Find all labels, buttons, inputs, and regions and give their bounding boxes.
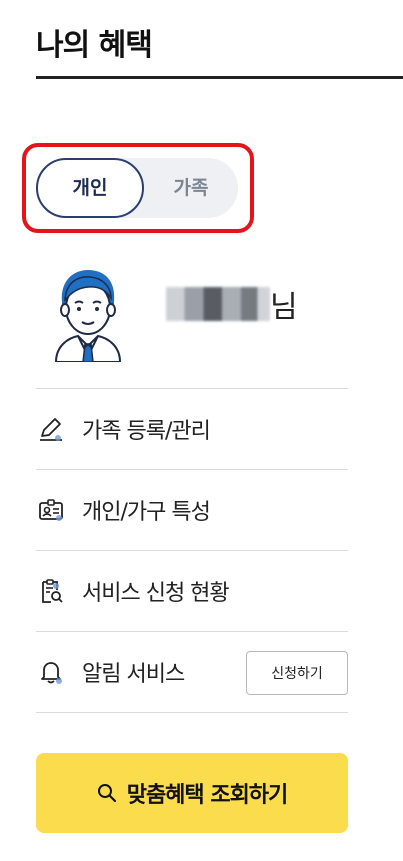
menu-item-label: 알림 서비스 <box>82 662 185 687</box>
title-divider <box>36 76 403 79</box>
personal-family-toggle: 개인 가족 <box>36 158 238 218</box>
clipboard-search-icon <box>42 579 63 603</box>
search-button-label: 맞춤혜택 조회하기 <box>126 783 289 808</box>
pencil-icon <box>40 418 62 441</box>
custom-benefits-search-button[interactable]: 맞춤혜택 조회하기 <box>36 753 348 833</box>
user-profile: 님 <box>36 262 348 362</box>
my-benefits-page: 나의 혜택 개인 가족 님 가족 등록/관리 개인/가구 특성 서비스 신청 현… <box>0 0 403 861</box>
apply-notification-button[interactable]: 신청하기 <box>246 651 348 695</box>
bell-icon <box>41 662 62 684</box>
benefits-menu: 가족 등록/관리 개인/가구 특성 서비스 신청 현황 알림 서비스 신청하기 <box>36 388 348 713</box>
user-avatar-icon <box>54 270 122 362</box>
redacted-name <box>166 287 270 321</box>
name-suffix: 님 <box>270 290 298 325</box>
menu-item-household-traits[interactable]: 개인/가구 특성 <box>36 470 348 550</box>
menu-item-notification-service[interactable]: 알림 서비스 신청하기 <box>36 632 348 712</box>
menu-item-label: 가족 등록/관리 <box>82 419 211 444</box>
menu-item-label: 서비스 신청 현황 <box>82 581 230 606</box>
toggle-family[interactable]: 가족 <box>144 158 238 218</box>
page-title: 나의 혜택 <box>36 28 153 63</box>
menu-item-family-management[interactable]: 가족 등록/관리 <box>36 389 348 469</box>
user-name: 님 <box>166 284 298 325</box>
menu-divider <box>36 712 348 713</box>
menu-item-label: 개인/가구 특성 <box>82 500 211 525</box>
search-icon <box>97 784 116 803</box>
id-card-icon <box>39 499 63 521</box>
toggle-personal[interactable]: 개인 <box>36 158 144 218</box>
menu-item-application-status[interactable]: 서비스 신청 현황 <box>36 551 348 631</box>
